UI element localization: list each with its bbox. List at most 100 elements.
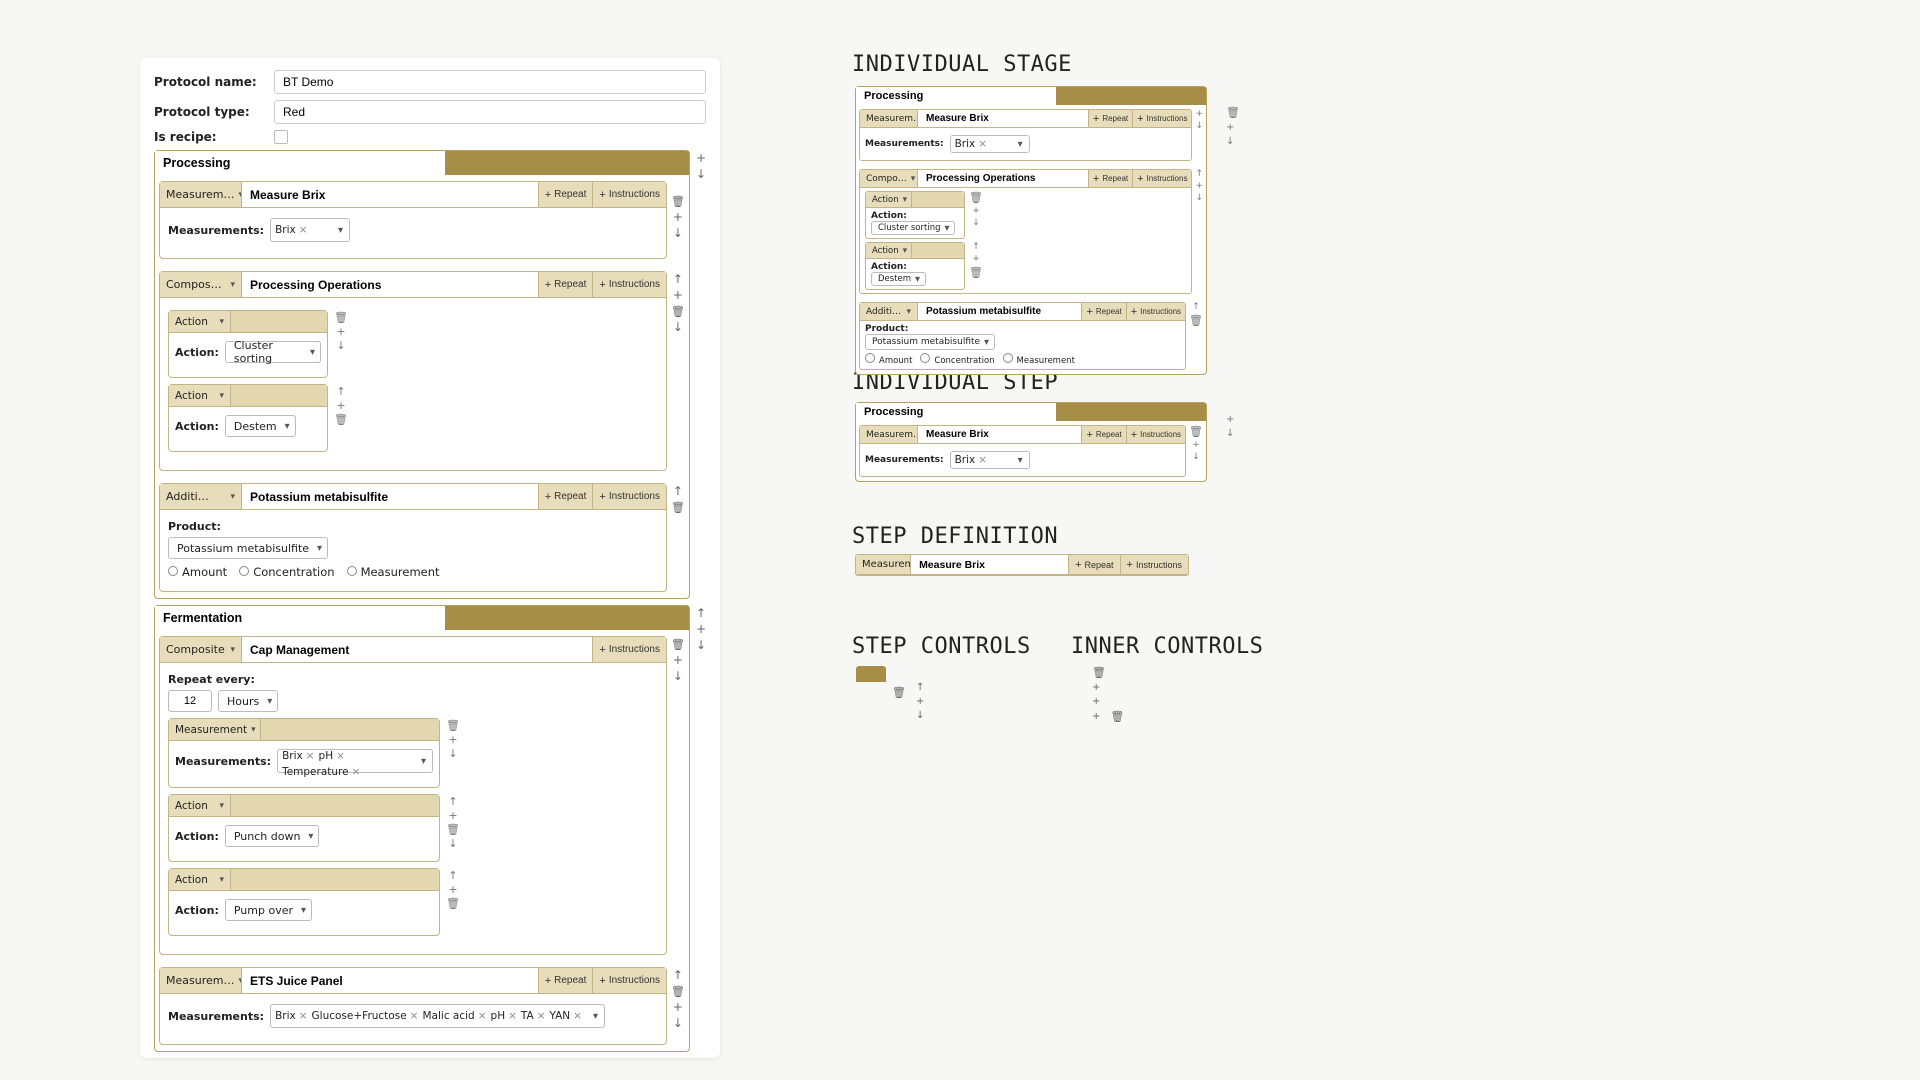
- trash-icon[interactable]: [1110, 710, 1124, 723]
- action-select[interactable]: Cluster sorting: [225, 341, 321, 363]
- radio-amount[interactable]: Amount: [168, 565, 227, 579]
- trash-icon[interactable]: [1226, 106, 1240, 119]
- move-down-icon[interactable]: ↓: [972, 218, 980, 228]
- add-icon[interactable]: +: [1195, 181, 1203, 191]
- add-icon[interactable]: +: [448, 810, 457, 821]
- step-name-input[interactable]: [242, 968, 538, 993]
- move-down-icon[interactable]: ↓: [1226, 136, 1240, 147]
- repeat-button[interactable]: +Repeat: [1088, 170, 1132, 187]
- step-type-select[interactable]: Compo…: [860, 170, 918, 187]
- add-icon[interactable]: +: [673, 1001, 683, 1013]
- instructions-button[interactable]: +Instructions: [1120, 555, 1188, 574]
- trash-icon[interactable]: [1092, 666, 1124, 679]
- repeat-button[interactable]: +Repeat: [538, 484, 593, 509]
- tag-remove-icon[interactable]: ×: [336, 750, 345, 762]
- action-select[interactable]: Destem: [871, 272, 926, 286]
- repeat-unit-select[interactable]: Hours: [218, 690, 278, 712]
- trash-icon[interactable]: [969, 266, 983, 279]
- add-icon[interactable]: +: [972, 206, 980, 216]
- move-down-icon[interactable]: ↓: [696, 168, 706, 180]
- move-down-icon[interactable]: ↓: [1195, 121, 1203, 131]
- product-select[interactable]: Potassium metabisulfite: [865, 334, 995, 350]
- move-down-icon[interactable]: ↓: [673, 321, 683, 333]
- sub-type-select[interactable]: Action: [866, 192, 912, 207]
- step-type-select[interactable]: Measurem…: [160, 968, 242, 993]
- trash-icon[interactable]: [969, 191, 983, 204]
- trash-icon[interactable]: [671, 638, 685, 650]
- step-type-select[interactable]: Additi…: [860, 303, 918, 320]
- sub-type-select[interactable]: Measurement: [169, 719, 261, 740]
- move-down-icon[interactable]: ↓: [673, 227, 683, 239]
- trash-icon[interactable]: [446, 898, 460, 909]
- tag-remove-icon[interactable]: ×: [299, 1010, 308, 1022]
- instructions-button[interactable]: +Instructions: [1132, 170, 1191, 187]
- repeat-qty-input[interactable]: [168, 690, 212, 712]
- add-icon[interactable]: +: [1195, 109, 1203, 119]
- add-icon[interactable]: +: [1226, 414, 1234, 425]
- move-up-icon[interactable]: ↑: [448, 796, 457, 807]
- tag-remove-icon[interactable]: ×: [352, 766, 361, 778]
- measurements-select[interactable]: Brix× Glucose+Fructose× Malic acid× pH× …: [270, 1004, 605, 1028]
- action-select[interactable]: Destem: [225, 415, 296, 437]
- is-recipe-checkbox[interactable]: [274, 130, 288, 144]
- step-type-select[interactable]: Composite: [160, 637, 242, 662]
- instructions-button[interactable]: +Instructions: [1132, 110, 1191, 127]
- radio-amount[interactable]: Amount: [865, 353, 912, 366]
- radio-concentration[interactable]: Concentration: [239, 565, 334, 579]
- instructions-button[interactable]: +Instructions: [592, 637, 666, 662]
- action-select[interactable]: Pump over: [225, 899, 312, 921]
- add-icon[interactable]: +: [673, 654, 683, 666]
- move-up-icon[interactable]: ↑: [673, 969, 683, 981]
- add-stage-icon[interactable]: +: [696, 623, 706, 635]
- instructions-button[interactable]: +Instructions: [592, 182, 666, 207]
- step-type-select[interactable]: Measurem…: [860, 110, 918, 127]
- trash-icon[interactable]: [671, 305, 685, 317]
- radio-measurement[interactable]: Measurement: [347, 565, 440, 579]
- step-name-input[interactable]: [918, 110, 1088, 127]
- measurements-select[interactable]: Brix×: [950, 135, 1030, 153]
- step-name-input[interactable]: [242, 182, 538, 207]
- product-select[interactable]: Potassium metabisulfite: [168, 537, 328, 559]
- measurements-select[interactable]: Brix× pH× Temperature×: [277, 749, 433, 773]
- trash-icon[interactable]: [671, 985, 685, 997]
- step-name-input[interactable]: [242, 272, 538, 297]
- tag-remove-icon[interactable]: ×: [410, 1010, 419, 1022]
- action-select[interactable]: Cluster sorting: [871, 221, 955, 235]
- move-down-icon[interactable]: ↓: [696, 639, 706, 651]
- add-icon[interactable]: +: [972, 254, 980, 264]
- step-name-input[interactable]: [918, 426, 1081, 443]
- measurements-select[interactable]: Brix×: [950, 451, 1030, 469]
- sub-type-select[interactable]: Action: [866, 243, 912, 258]
- step-type-select[interactable]: Measurem…: [160, 182, 242, 207]
- repeat-button[interactable]: +Repeat: [538, 272, 593, 297]
- move-up-icon[interactable]: ↑: [696, 607, 706, 619]
- instructions-button[interactable]: +Instructions: [592, 272, 666, 297]
- move-down-icon[interactable]: ↓: [1192, 452, 1200, 462]
- action-select[interactable]: Punch down: [225, 825, 320, 847]
- step-type-select[interactable]: Measurem…: [860, 426, 918, 443]
- instructions-button[interactable]: +Instructions: [592, 484, 666, 509]
- stage-title-input[interactable]: [856, 87, 1056, 105]
- move-down-icon[interactable]: ↓: [448, 838, 457, 849]
- tag-remove-icon[interactable]: ×: [478, 1010, 487, 1022]
- sub-type-select[interactable]: Action: [169, 385, 231, 406]
- repeat-button[interactable]: +Repeat: [1088, 110, 1132, 127]
- tag-remove-icon[interactable]: ×: [306, 750, 315, 762]
- move-down-icon[interactable]: ↓: [448, 748, 457, 759]
- step-name-input[interactable]: [918, 170, 1088, 187]
- move-up-icon[interactable]: ↑: [1192, 302, 1200, 312]
- trash-icon[interactable]: [1189, 314, 1203, 327]
- radio-measurement[interactable]: Measurement: [1003, 353, 1075, 366]
- step-name-input[interactable]: [242, 484, 538, 509]
- move-down-icon[interactable]: ↓: [1195, 193, 1203, 203]
- instructions-button[interactable]: +Instructions: [1126, 303, 1185, 320]
- add-icon[interactable]: +: [916, 696, 924, 707]
- repeat-button[interactable]: +Repeat: [538, 968, 593, 993]
- tag-remove-icon[interactable]: ×: [978, 138, 987, 150]
- add-icon[interactable]: +: [448, 884, 457, 895]
- repeat-button[interactable]: +Repeat: [1068, 555, 1119, 574]
- radio-concentration[interactable]: Concentration: [920, 353, 994, 366]
- repeat-button[interactable]: +Repeat: [1081, 426, 1125, 443]
- trash-icon[interactable]: [334, 312, 348, 323]
- sub-type-select[interactable]: Action: [169, 869, 231, 890]
